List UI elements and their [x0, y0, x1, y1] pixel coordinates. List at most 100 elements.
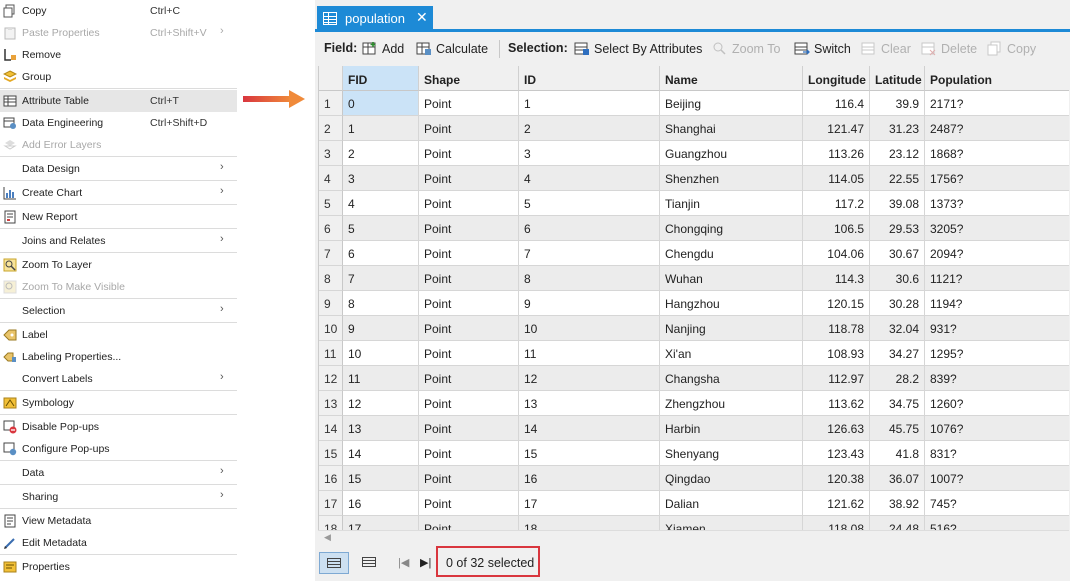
menu-item-add-error-layers[interactable]: Add Error Layers	[0, 134, 237, 156]
table-cell[interactable]: 11	[519, 341, 660, 366]
table-cell[interactable]: 7	[343, 266, 419, 291]
table-cell[interactable]: 7	[519, 241, 660, 266]
table-cell[interactable]: 8	[519, 266, 660, 291]
table-cell[interactable]: 30.28	[870, 291, 925, 316]
table-cell[interactable]: 12	[519, 366, 660, 391]
table-cell[interactable]: Harbin	[660, 416, 803, 441]
table-cell[interactable]: 831?	[925, 441, 1069, 466]
table-cell[interactable]: 112.97	[803, 366, 870, 391]
last-record-icon[interactable]: ▶|	[420, 556, 431, 569]
table-cell[interactable]: 1194?	[925, 291, 1069, 316]
table-cell[interactable]: Point	[419, 416, 519, 441]
menu-item-copy[interactable]: Copy Ctrl+C	[0, 0, 237, 22]
menu-item-labeling-properties[interactable]: Labeling Properties...	[0, 346, 237, 368]
table-cell[interactable]: 23.12	[870, 141, 925, 166]
table-cell[interactable]: Point	[419, 491, 519, 516]
table-cell[interactable]: Point	[419, 216, 519, 241]
menu-item-convert-labels[interactable]: Convert Labels ›	[0, 368, 237, 390]
menu-item-data[interactable]: Data ›	[0, 462, 237, 484]
table-cell[interactable]: 839?	[925, 366, 1069, 391]
row-number[interactable]: 5	[319, 191, 343, 216]
table-cell[interactable]: 3	[519, 141, 660, 166]
table-cell[interactable]: 121.47	[803, 116, 870, 141]
table-cell[interactable]: 9	[519, 291, 660, 316]
table-cell[interactable]: 14	[343, 441, 419, 466]
table-cell[interactable]: 29.53	[870, 216, 925, 241]
table-cell[interactable]: Shenzhen	[660, 166, 803, 191]
table-cell[interactable]: Shenyang	[660, 441, 803, 466]
switch-selection-button[interactable]: Switch	[794, 41, 851, 56]
table-cell[interactable]: 120.15	[803, 291, 870, 316]
table-cell[interactable]: 1868?	[925, 141, 1069, 166]
table-row[interactable]: 7 6 Point 7 Chengdu 104.06 30.67 2094?	[319, 241, 1069, 266]
row-number[interactable]: 14	[319, 416, 343, 441]
table-cell[interactable]: 16	[343, 491, 419, 516]
table-row[interactable]: 17 16 Point 17 Dalian 121.62 38.92 745?	[319, 491, 1069, 516]
table-cell[interactable]: Point	[419, 91, 519, 116]
table-cell[interactable]: Xi'an	[660, 341, 803, 366]
table-row[interactable]: 2 1 Point 2 Shanghai 121.47 31.23 2487?	[319, 116, 1069, 141]
table-cell[interactable]: 39.9	[870, 91, 925, 116]
table-cell[interactable]: Shanghai	[660, 116, 803, 141]
table-row[interactable]: 14 13 Point 14 Harbin 126.63 45.75 1076?	[319, 416, 1069, 441]
table-row[interactable]: 4 3 Point 4 Shenzhen 114.05 22.55 1756?	[319, 166, 1069, 191]
row-number[interactable]: 13	[319, 391, 343, 416]
row-number[interactable]: 8	[319, 266, 343, 291]
table-cell[interactable]: 116.4	[803, 91, 870, 116]
table-cell[interactable]: 9	[343, 316, 419, 341]
table-cell[interactable]: 8	[343, 291, 419, 316]
table-row[interactable]: 3 2 Point 3 Guangzhou 113.26 23.12 1868?	[319, 141, 1069, 166]
table-cell[interactable]: 121.62	[803, 491, 870, 516]
table-cell[interactable]: 113.62	[803, 391, 870, 416]
table-cell[interactable]: 34.75	[870, 391, 925, 416]
table-cell[interactable]: 1007?	[925, 466, 1069, 491]
table-cell[interactable]: Dalian	[660, 491, 803, 516]
table-row[interactable]: 8 7 Point 8 Wuhan 114.3 30.6 1121?	[319, 266, 1069, 291]
zoom-to-button[interactable]: Zoom To	[712, 41, 780, 56]
column-header-population[interactable]: Population	[925, 66, 1069, 91]
row-number[interactable]: 10	[319, 316, 343, 341]
table-cell[interactable]: 2	[343, 141, 419, 166]
table-row[interactable]: 11 10 Point 11 Xi'an 108.93 34.27 1295?	[319, 341, 1069, 366]
table-cell[interactable]: 1373?	[925, 191, 1069, 216]
table-cell[interactable]: Hangzhou	[660, 291, 803, 316]
menu-item-data-engineering[interactable]: Data Engineering Ctrl+Shift+D	[0, 112, 237, 134]
scroll-left-icon[interactable]: ◀	[324, 532, 331, 543]
table-cell[interactable]: 117.2	[803, 191, 870, 216]
table-cell[interactable]: 1295?	[925, 341, 1069, 366]
table-cell[interactable]: 931?	[925, 316, 1069, 341]
table-row[interactable]: 15 14 Point 15 Shenyang 123.43 41.8 831?	[319, 441, 1069, 466]
menu-item-joins-and-relates[interactable]: Joins and Relates ›	[0, 230, 237, 252]
table-row[interactable]: 12 11 Point 12 Changsha 112.97 28.2 839?	[319, 366, 1069, 391]
table-cell[interactable]: Nanjing	[660, 316, 803, 341]
table-cell[interactable]: Qingdao	[660, 466, 803, 491]
row-number[interactable]: 12	[319, 366, 343, 391]
table-cell[interactable]: 114.3	[803, 266, 870, 291]
row-number[interactable]: 4	[319, 166, 343, 191]
close-icon[interactable]: ✕	[416, 9, 428, 26]
table-cell[interactable]: 31.23	[870, 116, 925, 141]
table-cell[interactable]: Wuhan	[660, 266, 803, 291]
select-by-attributes-button[interactable]: Select By Attributes	[574, 41, 702, 56]
column-header-name[interactable]: Name	[660, 66, 803, 91]
table-cell[interactable]: 113.26	[803, 141, 870, 166]
table-cell[interactable]: 114.05	[803, 166, 870, 191]
horizontal-scrollbar[interactable]: ◀	[318, 530, 1069, 544]
calculate-button[interactable]: Calculate	[416, 41, 488, 56]
table-cell[interactable]: 106.5	[803, 216, 870, 241]
clear-selection-button[interactable]: Clear	[861, 41, 911, 56]
add-field-button[interactable]: Add	[362, 41, 404, 56]
header-corner[interactable]	[319, 66, 343, 91]
table-row[interactable]: 9 8 Point 9 Hangzhou 120.15 30.28 1194?	[319, 291, 1069, 316]
table-cell[interactable]: 11	[343, 366, 419, 391]
table-cell[interactable]: 45.75	[870, 416, 925, 441]
column-header-shape[interactable]: Shape	[419, 66, 519, 91]
row-number[interactable]: 16	[319, 466, 343, 491]
table-row[interactable]: 6 5 Point 6 Chongqing 106.5 29.53 3205?	[319, 216, 1069, 241]
first-record-icon[interactable]: |◀	[398, 556, 409, 569]
table-cell[interactable]: 4	[519, 166, 660, 191]
menu-item-paste-properties[interactable]: Paste Properties Ctrl+Shift+V ›	[0, 22, 237, 44]
table-cell[interactable]: 13	[343, 416, 419, 441]
table-cell[interactable]: Tianjin	[660, 191, 803, 216]
table-cell[interactable]: Point	[419, 116, 519, 141]
